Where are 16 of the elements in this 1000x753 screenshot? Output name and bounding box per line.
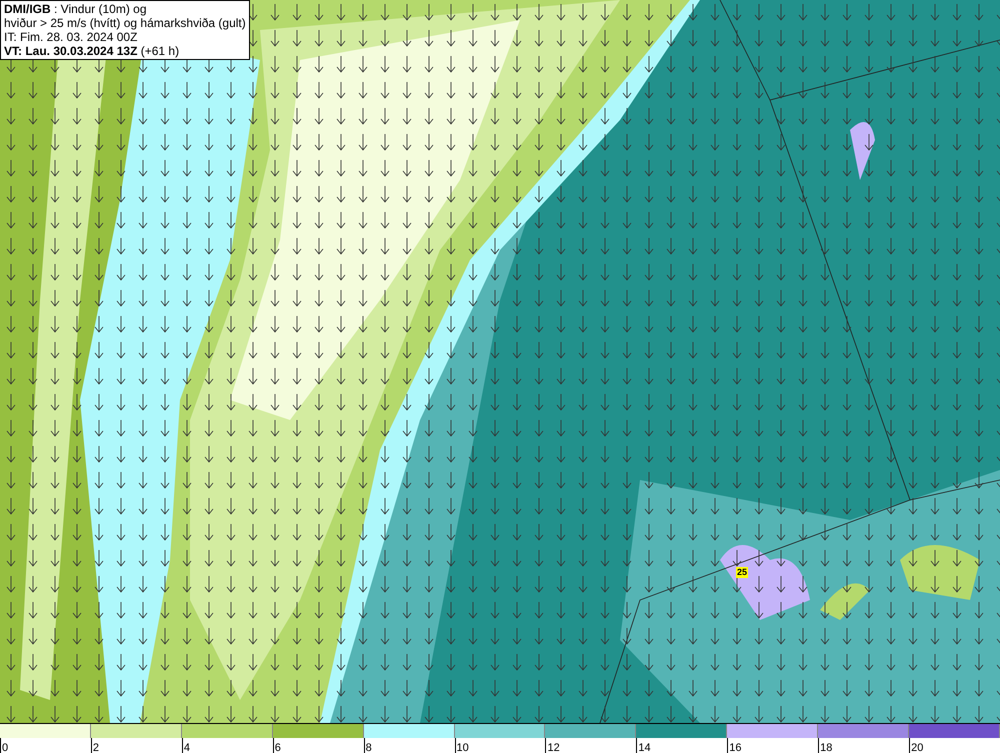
legend-tick-label: 2: [92, 742, 100, 753]
legend-tick-label: 10: [456, 742, 469, 753]
title-line: hviður > 25 m/s (hvítt) og hámarkshviða (gult): [4, 16, 246, 30]
legend-tick-label: 20: [910, 742, 924, 753]
legend-tick-label: 8: [364, 742, 372, 753]
legend-tick-label: 0: [1, 742, 8, 753]
legend-tick-label: 4: [182, 742, 190, 753]
legend-tick-label: 12: [546, 742, 560, 753]
legend-tick-label: 14: [637, 742, 651, 753]
legend-tick-label: 16: [728, 742, 742, 753]
gust-label: 25: [736, 567, 748, 578]
title-line: IT: Fim. 28. 03. 2024 00Z: [4, 30, 138, 44]
title-line: VT: Lau. 30.03.2024 13Z (+61 h): [4, 44, 180, 58]
legend-tick-label: 6: [274, 742, 281, 753]
title-line: DMI/IGB : Vindur (10m) og: [4, 2, 148, 16]
legend-tick-label: 18: [819, 742, 832, 753]
